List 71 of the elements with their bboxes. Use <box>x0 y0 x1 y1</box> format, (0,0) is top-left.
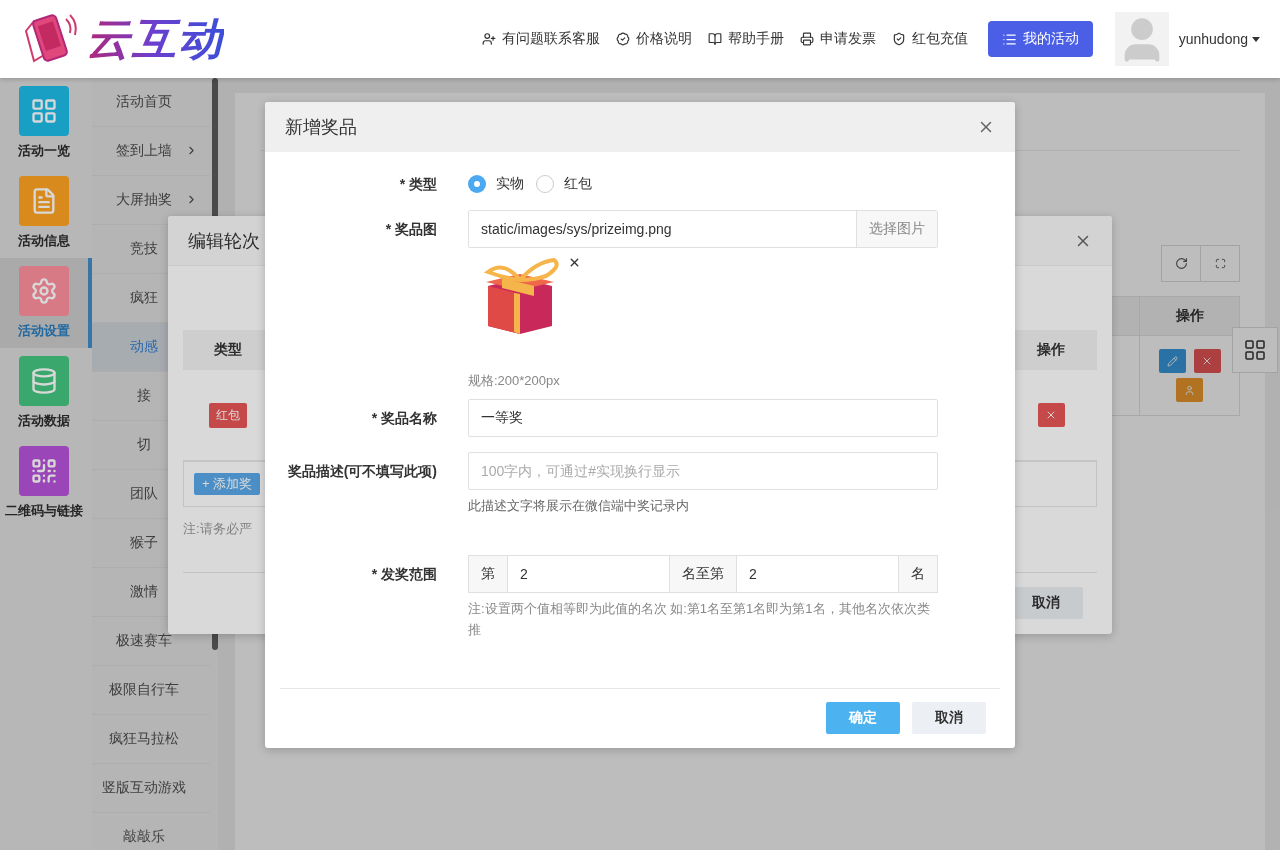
shield-icon <box>891 32 906 46</box>
radio-button[interactable] <box>468 175 486 193</box>
delete-button[interactable] <box>1193 349 1221 373</box>
field-label: * 奖品图 <box>384 220 437 239</box>
header-link[interactable]: 价格说明 <box>615 30 692 48</box>
text-field[interactable]: 100字内，可通过#实现换行显示 <box>468 452 938 490</box>
sidebar-label: 活动数据 <box>18 412 70 430</box>
refresh-button[interactable] <box>1161 245 1201 282</box>
grid-icon <box>1243 338 1267 362</box>
apps-grid-button[interactable] <box>1232 327 1278 373</box>
rank-to-field[interactable]: 2 <box>737 555 898 593</box>
radio-label: 实物 <box>496 175 524 193</box>
header-link[interactable]: 申请发票 <box>799 30 876 48</box>
sidebar-item[interactable]: 活动信息 <box>0 168 92 258</box>
edit-button[interactable] <box>1158 349 1186 373</box>
user-icon <box>1184 384 1195 396</box>
size-hint: 规格:200*200px <box>468 372 561 390</box>
radio-label: 红包 <box>564 175 592 193</box>
rank-from-field[interactable]: 2 <box>508 555 669 593</box>
choose-image-button[interactable]: 选择图片 <box>856 211 937 247</box>
type-tag: 红包 <box>209 402 247 428</box>
input-suffix: 名 <box>898 555 938 593</box>
book-icon <box>707 32 722 46</box>
database-glyph-icon <box>30 367 58 395</box>
sidebar-label: 活动信息 <box>18 232 70 250</box>
field-label: * 类型 <box>398 175 437 194</box>
header-link[interactable]: 有问题联系客服 <box>481 30 600 48</box>
input-prefix: 第 <box>468 555 508 593</box>
printer-icon <box>799 32 814 46</box>
dialog-title: 新增奖品 <box>285 115 357 139</box>
sidebar-label: 二维码与链接 <box>5 502 83 520</box>
qrcode-glyph-icon <box>30 457 58 485</box>
gear-glyph-icon <box>30 277 58 305</box>
submenu-item[interactable]: 活动首页 <box>92 78 210 127</box>
refresh-icon <box>1174 257 1188 270</box>
header-link[interactable]: 红包充值 <box>891 30 968 48</box>
submenu-item[interactable]: 签到上墙 <box>92 127 210 176</box>
delete-button[interactable] <box>1037 403 1065 427</box>
user-menu[interactable]: yunhudong <box>1178 31 1260 47</box>
help-text: 注:设置两个值相等即为此值的名次 如:第1名至第1名即为第1名，其他名次依次类推 <box>468 600 931 639</box>
cancel-button[interactable]: 取消 <box>912 702 986 734</box>
badge-icon <box>615 32 630 46</box>
user-plus-icon <box>481 32 496 46</box>
close-icon <box>1045 409 1057 421</box>
field-label: * 奖品名称 <box>370 409 437 428</box>
close-icon <box>1201 355 1213 367</box>
text-field[interactable]: 一等奖 <box>468 399 938 437</box>
input-separator: 名至第 <box>669 555 737 593</box>
submenu-item[interactable]: 敲敲乐 <box>92 813 210 850</box>
header-link[interactable]: 帮助手册 <box>707 30 784 48</box>
my-activities-button[interactable]: 我的活动 <box>987 21 1093 57</box>
grid-glyph-icon <box>30 97 58 125</box>
sidebar-label: 活动一览 <box>18 142 70 160</box>
sidebar-label: 活动设置 <box>18 322 70 340</box>
submenu-item[interactable]: 竖版互动游戏 <box>92 764 210 813</box>
pencil-icon <box>1166 355 1178 367</box>
image-path-field[interactable]: static/images/sys/prizeimg.png 选择图片 <box>468 210 938 248</box>
column-header: 类型 <box>213 340 243 359</box>
radio-button[interactable] <box>536 175 554 193</box>
list-icon <box>1001 31 1017 47</box>
help-text: 此描述文字将展示在微信端中奖记录内 <box>468 497 690 515</box>
sidebar-item[interactable]: 活动数据 <box>0 348 92 438</box>
field-label: 奖品描述(可不填写此项) <box>286 462 437 481</box>
sidebar-item[interactable]: 活动一览 <box>0 78 92 168</box>
column-header: 操作 <box>1036 340 1066 359</box>
caret-icon <box>1252 36 1260 42</box>
submenu-item[interactable]: 疯狂马拉松 <box>92 715 210 764</box>
close-icon[interactable] <box>568 256 581 269</box>
submenu-item[interactable]: 极限自行车 <box>92 666 210 715</box>
sidebar-item[interactable]: 二维码与链接 <box>0 438 92 528</box>
fullscreen-icon <box>1214 258 1226 269</box>
